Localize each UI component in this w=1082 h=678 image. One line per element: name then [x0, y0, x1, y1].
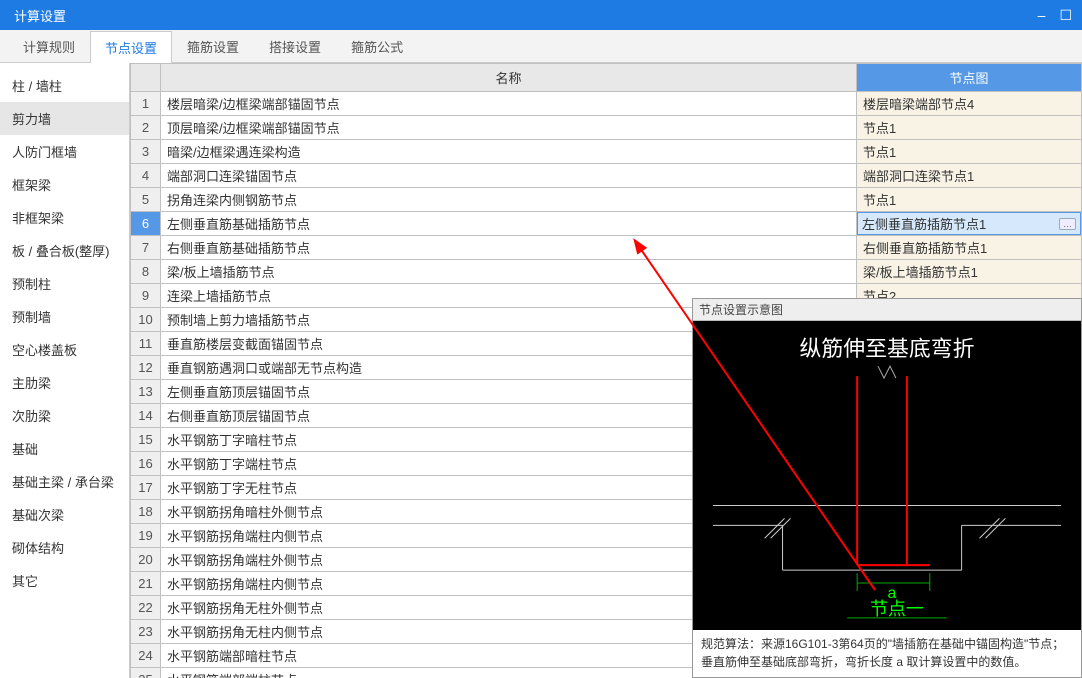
cell-node[interactable]: 右侧垂直筋插筋节点1	[857, 236, 1082, 260]
cell-name[interactable]: 梁/板上墙插筋节点	[161, 260, 857, 284]
tab-3[interactable]: 搭接设置	[254, 30, 336, 62]
sidebar-item-3[interactable]: 框架梁	[0, 168, 129, 201]
row-number: 20	[131, 548, 161, 572]
table-row[interactable]: 7右侧垂直筋基础插筋节点右侧垂直筋插筋节点1	[131, 236, 1082, 260]
row-number: 10	[131, 308, 161, 332]
cell-name[interactable]: 顶层暗梁/边框梁端部锚固节点	[161, 116, 857, 140]
diagram-caption: 规范算法：来源16G101-3第64页的"墙插筋在基础中锚固构造"节点；垂直筋伸…	[693, 630, 1081, 677]
sidebar-item-1[interactable]: 剪力墙	[0, 102, 129, 135]
table-row[interactable]: 1楼层暗梁/边框梁端部锚固节点楼层暗梁端部节点4	[131, 92, 1082, 116]
row-number: 19	[131, 524, 161, 548]
table-row[interactable]: 5拐角连梁内侧钢筋节点节点1	[131, 188, 1082, 212]
row-number: 25	[131, 668, 161, 678]
row-number: 1	[131, 92, 161, 116]
sidebar-item-12[interactable]: 基础主梁 / 承台梁	[0, 465, 129, 498]
cell-name[interactable]: 暗梁/边框梁遇连梁构造	[161, 140, 857, 164]
window-title: 计算设置	[14, 6, 66, 25]
row-number: 13	[131, 380, 161, 404]
row-number: 2	[131, 116, 161, 140]
cell-name[interactable]: 端部洞口连梁锚固节点	[161, 164, 857, 188]
col-name-header: 名称	[161, 64, 857, 92]
sidebar-item-10[interactable]: 次肋梁	[0, 399, 129, 432]
row-number: 14	[131, 404, 161, 428]
cell-editor[interactable]: 左侧垂直筋插筋节点1 …	[857, 212, 1081, 235]
row-number: 22	[131, 596, 161, 620]
row-number: 21	[131, 572, 161, 596]
row-number: 17	[131, 476, 161, 500]
cell-node[interactable]: 节点1	[857, 116, 1082, 140]
row-number: 3	[131, 140, 161, 164]
sidebar-item-6[interactable]: 预制柱	[0, 267, 129, 300]
row-number: 11	[131, 332, 161, 356]
sidebar-item-15[interactable]: 其它	[0, 564, 129, 597]
minimize-button[interactable]: –	[1038, 7, 1046, 23]
diagram-heading: 纵筋伸至基底弯折	[800, 336, 975, 361]
table-row[interactable]: 6左侧垂直筋基础插筋节点左侧垂直筋插筋节点1 …	[131, 212, 1082, 236]
cell-node[interactable]: 左侧垂直筋插筋节点1 …	[857, 212, 1082, 236]
cell-editor-text: 左侧垂直筋插筋节点1	[862, 214, 986, 233]
table-row[interactable]: 4端部洞口连梁锚固节点端部洞口连梁节点1	[131, 164, 1082, 188]
row-number: 9	[131, 284, 161, 308]
table-row[interactable]: 3暗梁/边框梁遇连梁构造节点1	[131, 140, 1082, 164]
ellipsis-button[interactable]: …	[1059, 218, 1076, 230]
row-number: 12	[131, 356, 161, 380]
tabs-bar: 计算规则节点设置箍筋设置搭接设置箍筋公式	[0, 30, 1082, 62]
cell-node[interactable]: 楼层暗梁端部节点4	[857, 92, 1082, 116]
row-number: 6	[131, 212, 161, 236]
sidebar-item-9[interactable]: 主肋梁	[0, 366, 129, 399]
col-node-header: 节点图	[857, 64, 1082, 92]
sidebar-item-0[interactable]: 柱 / 墙柱	[0, 69, 129, 102]
row-number: 24	[131, 644, 161, 668]
tab-4[interactable]: 箍筋公式	[336, 30, 418, 62]
tab-1[interactable]: 节点设置	[90, 31, 172, 63]
cell-node[interactable]: 端部洞口连梁节点1	[857, 164, 1082, 188]
cell-name[interactable]: 拐角连梁内侧钢筋节点	[161, 188, 857, 212]
row-number: 8	[131, 260, 161, 284]
row-number: 7	[131, 236, 161, 260]
sidebar-item-8[interactable]: 空心楼盖板	[0, 333, 129, 366]
titlebar: 计算设置 – ☐	[0, 0, 1082, 30]
sidebar-item-7[interactable]: 预制墙	[0, 300, 129, 333]
tab-0[interactable]: 计算规则	[8, 30, 90, 62]
table-row[interactable]: 2顶层暗梁/边框梁端部锚固节点节点1	[131, 116, 1082, 140]
sidebar-item-4[interactable]: 非框架梁	[0, 201, 129, 234]
row-number: 4	[131, 164, 161, 188]
cell-name[interactable]: 楼层暗梁/边框梁端部锚固节点	[161, 92, 857, 116]
tab-2[interactable]: 箍筋设置	[172, 30, 254, 62]
sidebar-item-5[interactable]: 板 / 叠合板(整厚)	[0, 234, 129, 267]
sidebar: 柱 / 墙柱剪力墙人防门框墙框架梁非框架梁板 / 叠合板(整厚)预制柱预制墙空心…	[0, 63, 130, 678]
col-num-header	[131, 64, 161, 92]
cell-name[interactable]: 左侧垂直筋基础插筋节点	[161, 212, 857, 236]
sidebar-item-14[interactable]: 砌体结构	[0, 531, 129, 564]
diagram-node-label: 节点一	[870, 599, 924, 619]
window-controls: – ☐	[1038, 0, 1072, 30]
row-number: 5	[131, 188, 161, 212]
diagram-svg: 纵筋伸至基底弯折 a 节点一	[693, 321, 1081, 630]
sidebar-item-13[interactable]: 基础次梁	[0, 498, 129, 531]
diagram-title: 节点设置示意图	[693, 299, 1081, 321]
row-number: 15	[131, 428, 161, 452]
row-number: 23	[131, 620, 161, 644]
cell-name[interactable]: 右侧垂直筋基础插筋节点	[161, 236, 857, 260]
table-row[interactable]: 8梁/板上墙插筋节点梁/板上墙插筋节点1	[131, 260, 1082, 284]
row-number: 18	[131, 500, 161, 524]
cell-node[interactable]: 节点1	[857, 188, 1082, 212]
sidebar-item-2[interactable]: 人防门框墙	[0, 135, 129, 168]
sidebar-item-11[interactable]: 基础	[0, 432, 129, 465]
cell-node[interactable]: 梁/板上墙插筋节点1	[857, 260, 1082, 284]
row-number: 16	[131, 452, 161, 476]
maximize-button[interactable]: ☐	[1059, 7, 1072, 24]
cell-node[interactable]: 节点1	[857, 140, 1082, 164]
diagram-pane: 节点设置示意图 纵筋伸至基底弯折 a 节点一 规范算法：来源16G101-3第6…	[692, 298, 1082, 678]
